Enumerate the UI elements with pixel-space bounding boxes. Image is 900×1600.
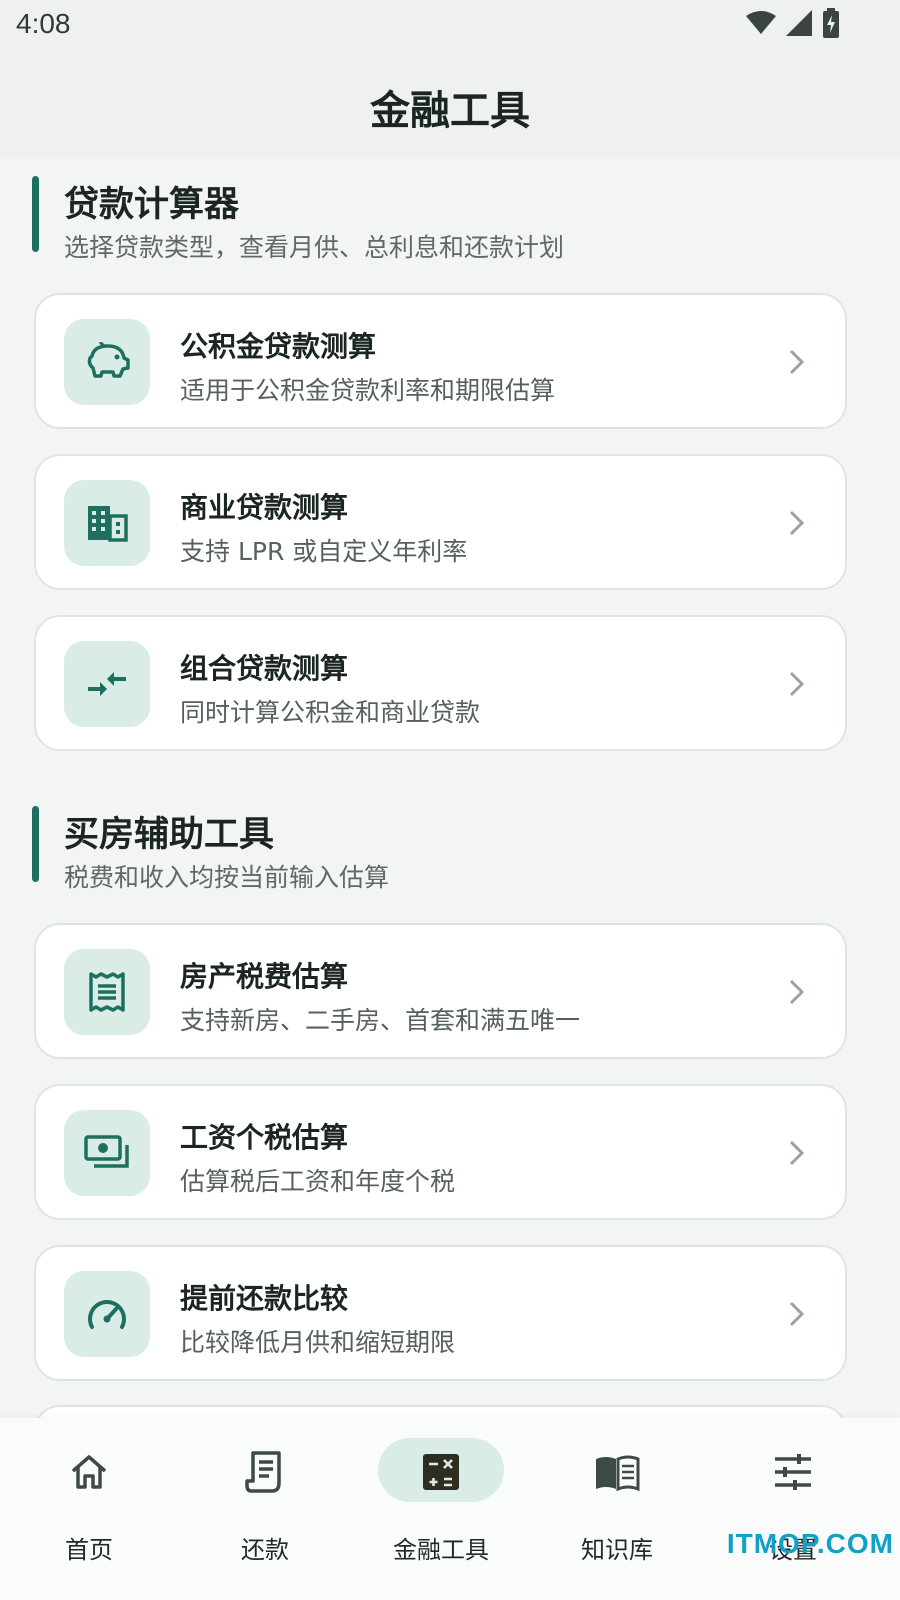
tune-icon (766, 1450, 820, 1494)
piggy-bank-icon (64, 319, 150, 405)
card-subtitle: 估算税后工资和年度个税 (180, 1167, 456, 1196)
cellular-signal-icon (786, 10, 812, 36)
chevron-right-icon (789, 349, 805, 375)
card-commercial-loan[interactable]: 商业贷款测算 支持 LPR 或自定义年利率 (34, 454, 847, 590)
nav-label: 还款 (241, 1536, 289, 1564)
wifi-icon (746, 11, 776, 34)
card-title: 商业贷款测算 (180, 491, 349, 524)
section-accent-bar (32, 176, 39, 252)
card-subtitle: 支持 LPR 或自定义年利率 (180, 537, 468, 566)
nav-item-home[interactable]: 首页 (6, 1438, 186, 1588)
card-prepayment-compare[interactable]: 提前还款比较 比较降低月供和缩短期限 (34, 1245, 847, 1381)
receipt-icon (64, 949, 150, 1035)
building-icon (64, 480, 150, 566)
page-title: 金融工具 (370, 88, 530, 134)
watermark: ITMOP.COM (726, 1528, 894, 1559)
combine-arrows-icon (64, 641, 150, 727)
nav-label: 知识库 (581, 1536, 653, 1564)
chevron-right-icon (789, 1301, 805, 1327)
card-title: 公积金贷款测算 (180, 330, 377, 363)
card-title: 组合贷款测算 (180, 652, 349, 685)
section-title: 买房辅助工具 (64, 815, 275, 855)
card-subtitle: 适用于公积金贷款利率和期限估算 (180, 376, 556, 405)
chevron-right-icon (789, 1140, 805, 1166)
speedometer-icon (64, 1271, 150, 1357)
card-property-tax[interactable]: 房产税费估算 支持新房、二手房、首套和满五唯一 (34, 923, 847, 1059)
chevron-right-icon (789, 979, 805, 1005)
nav-item-settings[interactable]: 设置 (710, 1438, 890, 1588)
chevron-right-icon (789, 671, 805, 697)
section-subtitle: 税费和收入均按当前输入估算 (64, 863, 390, 892)
nav-item-repayment[interactable]: 还款 (182, 1438, 362, 1588)
card-combined-loan[interactable]: 组合贷款测算 同时计算公积金和商业贷款 (34, 615, 847, 751)
nav-item-finance-tools[interactable]: 金融工具 (358, 1438, 538, 1588)
card-subtitle: 同时计算公积金和商业贷款 (180, 698, 481, 727)
status-bar: 4:08 (0, 0, 900, 50)
section-title: 贷款计算器 (64, 185, 240, 225)
battery-icon (823, 8, 839, 38)
app-header: 金融工具 (0, 50, 900, 158)
card-subtitle: 比较降低月供和缩短期限 (180, 1328, 456, 1357)
status-time: 4:08 (16, 8, 71, 39)
card-title: 提前还款比较 (180, 1282, 349, 1315)
nav-label: 首页 (65, 1536, 113, 1564)
section-accent-bar (32, 806, 39, 882)
receipt-long-icon (238, 1450, 292, 1494)
calculator-icon (414, 1450, 468, 1494)
bottom-navigation: 首页 还款 金融工具 知识库 设置 (0, 1418, 900, 1600)
book-icon (590, 1450, 644, 1494)
nav-item-knowledge[interactable]: 知识库 (534, 1438, 714, 1588)
card-provident-fund-loan[interactable]: 公积金贷款测算 适用于公积金贷款利率和期限估算 (34, 293, 847, 429)
payments-icon (64, 1110, 150, 1196)
section-subtitle: 选择贷款类型，查看月供、总利息和还款计划 (64, 233, 565, 262)
chevron-right-icon (789, 510, 805, 536)
card-subtitle: 支持新房、二手房、首套和满五唯一 (180, 1006, 581, 1035)
status-icons (746, 8, 840, 38)
nav-label: 金融工具 (393, 1536, 489, 1564)
home-icon (62, 1450, 116, 1494)
card-salary-tax[interactable]: 工资个税估算 估算税后工资和年度个税 (34, 1084, 847, 1220)
card-title: 工资个税估算 (180, 1121, 349, 1154)
card-title: 房产税费估算 (180, 960, 349, 993)
